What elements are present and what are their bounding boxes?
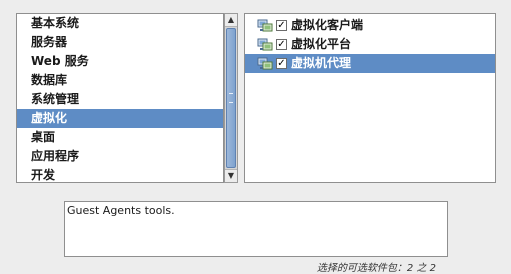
scroll-down-arrow-icon[interactable]: ▼ — [225, 169, 237, 182]
package-group-icon — [257, 36, 273, 52]
category-list[interactable]: 基本系统服务器 Web 服务 数据库系统管理虚拟化桌面应用程序开发 — [17, 14, 223, 182]
package-checkbox[interactable]: ✓ — [276, 39, 287, 50]
package-group-icon — [257, 17, 273, 33]
category-item-label: 虚拟化 — [31, 111, 68, 125]
scroll-up-arrow-icon[interactable]: ▲ — [225, 14, 237, 27]
package-group-icon — [257, 55, 273, 71]
category-scrollbar[interactable]: ▲ ▼ — [224, 13, 238, 183]
category-item-label: 服务器 — [31, 35, 68, 49]
category-item-label: 应用程序 — [31, 149, 80, 163]
category-item-label: 桌面 — [31, 130, 56, 144]
package-item-label: 虚拟机代理 — [291, 56, 352, 70]
category-item-label: 基本系统 — [31, 16, 80, 30]
scrollbar-thumb[interactable] — [226, 28, 236, 168]
category-item-label: 数据库 — [31, 73, 68, 87]
package-checkbox[interactable]: ✓ — [276, 20, 287, 31]
category-item[interactable]: 数据库 — [17, 71, 223, 90]
category-item[interactable]: 系统管理 — [17, 90, 223, 109]
package-item-label: 虚拟化客户端 — [291, 18, 364, 32]
category-item[interactable]: 基本系统 — [17, 14, 223, 33]
category-item[interactable]: 应用程序 — [17, 147, 223, 166]
category-list-pane[interactable]: 基本系统服务器 Web 服务 数据库系统管理虚拟化桌面应用程序开发 — [16, 13, 224, 183]
package-item[interactable]: ✓ 虚拟化平台 — [245, 35, 495, 54]
package-checkbox[interactable]: ✓ — [276, 58, 287, 69]
category-item-label: Web 服务 — [31, 54, 89, 68]
package-item[interactable]: ✓ 虚拟机代理 — [245, 54, 495, 73]
category-item[interactable]: Web 服务 — [17, 52, 223, 71]
scrollbar-grip-icon — [229, 93, 233, 103]
description-text: Guest Agents tools. — [67, 204, 175, 217]
category-item[interactable]: 开发 — [17, 166, 223, 182]
category-item[interactable]: 虚拟化 — [17, 109, 223, 128]
category-item[interactable]: 桌面 — [17, 128, 223, 147]
package-item[interactable]: ✓ 虚拟化客户端 — [245, 16, 495, 35]
package-item-label: 虚拟化平台 — [291, 37, 352, 51]
category-item[interactable]: 服务器 — [17, 33, 223, 52]
selected-count-status: 选择的可选软件包：2 之 2 — [316, 263, 436, 274]
category-item-label: 开发 — [31, 168, 56, 182]
description-box: Guest Agents tools. — [64, 201, 448, 257]
package-list-pane[interactable]: ✓ 虚拟化客户端 ✓ 虚拟化平台 ✓ 虚拟机代理 — [244, 13, 496, 183]
category-item-label: 系统管理 — [31, 92, 80, 106]
